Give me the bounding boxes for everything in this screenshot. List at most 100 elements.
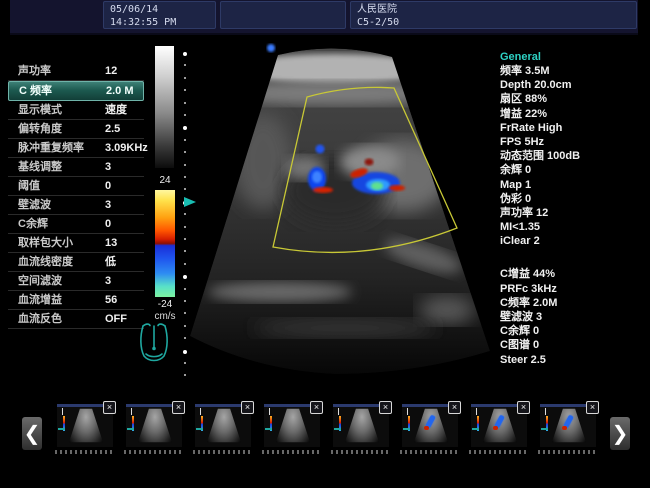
sidebar-row-value: 12 — [105, 62, 117, 80]
sidebar-row-6[interactable]: 阈值0 — [8, 177, 144, 196]
thumb-close-icon[interactable]: × — [517, 401, 530, 414]
sidebar-row-12[interactable]: 血流增益 56 — [8, 291, 144, 310]
thumb-focus-marker — [127, 428, 134, 430]
sidebar-row-7[interactable]: 壁滤波 3 — [8, 196, 144, 215]
sidebar-row-label: 基线调整 — [18, 158, 62, 176]
thumb-close-icon[interactable]: × — [172, 401, 185, 414]
sidebar-row-label: 壁滤波 — [18, 196, 51, 214]
thumb-focus-marker — [472, 428, 479, 430]
sidebar-row-value: 13 — [105, 234, 117, 252]
sidebar-row-3[interactable]: 偏转角度 2.5 — [8, 120, 144, 139]
thumb-close-icon[interactable]: × — [310, 401, 323, 414]
thumb-scale — [62, 408, 63, 415]
sidebar-row-4[interactable]: 脉冲重复频率3.09KHz — [8, 139, 144, 158]
thumb-caption — [262, 450, 322, 454]
thumb-scale — [407, 408, 408, 415]
sidebar-row-11[interactable]: 空间滤波3 — [8, 272, 144, 291]
thumb-image — [207, 408, 241, 444]
thumbnail-5[interactable]: × — [402, 404, 458, 447]
film-strip: ❮ × × × × × × × × ❯ — [0, 398, 650, 468]
sidebar-row-0[interactable]: 声功率12 — [8, 62, 144, 81]
color-settings-list: C增益 44%PRFc 3kHzC频率 2.0M壁滤波 3C余辉 0C图谱 0S… — [500, 267, 646, 366]
sidebar-row-8[interactable]: C余辉0 — [8, 215, 144, 234]
sidebar-row-label: 显示模式 — [18, 101, 62, 119]
info-panel-header: General — [500, 50, 646, 64]
thumb-close-icon[interactable]: × — [379, 401, 392, 414]
sidebar-row-5[interactable]: 基线调整 3 — [8, 158, 144, 177]
general-item-12: iClear 2 — [500, 234, 646, 248]
general-item-1: Depth 20.0cm — [500, 78, 646, 92]
thumbnail-2[interactable]: × — [195, 404, 251, 447]
thumb-image — [552, 408, 586, 444]
sidebar-row-label: 偏转角度 — [18, 120, 62, 138]
sidebar-row-value: 56 — [105, 291, 117, 309]
sidebar-row-value: 2.5 — [105, 120, 120, 138]
thumbnail-6[interactable]: × — [471, 404, 527, 447]
thumb-close-icon[interactable]: × — [241, 401, 254, 414]
thumb-caption — [124, 450, 184, 454]
color-item-1: PRFc 3kHz — [500, 282, 646, 296]
thumb-scale — [131, 408, 132, 415]
sidebar-row-2[interactable]: 显示模式 速度 — [8, 101, 144, 120]
velocity-min-label: -24 — [150, 299, 180, 310]
thumb-close-icon[interactable]: × — [586, 401, 599, 414]
patient-box-empty — [220, 1, 346, 29]
probe-model: C5-2/50 — [357, 16, 630, 29]
thumb-image — [69, 408, 103, 444]
sidebar-row-1[interactable]: C 频率 2.0 M — [8, 81, 144, 101]
prev-thumbnails-button[interactable]: ❮ — [22, 417, 42, 450]
general-item-7: 余辉 0 — [500, 163, 646, 177]
sidebar-row-9[interactable]: 取样包大小13 — [8, 234, 144, 253]
general-item-11: MI<1.35 — [500, 220, 646, 234]
sidebar-row-13[interactable]: 血流反色OFF — [8, 310, 144, 329]
thumb-doppler-red — [562, 426, 567, 430]
sidebar-row-label: C 频率 — [19, 82, 52, 100]
cursor-dot — [267, 44, 275, 52]
thumb-image — [345, 408, 379, 444]
thumbnail-3[interactable]: × — [264, 404, 320, 447]
thumb-close-icon[interactable]: × — [448, 401, 461, 414]
thumb-close-icon[interactable]: × — [103, 401, 116, 414]
thumb-scale — [338, 408, 339, 415]
general-item-4: FrRate High — [500, 121, 646, 135]
velocity-max-label: 24 — [152, 175, 178, 186]
next-thumbnails-button[interactable]: ❯ — [610, 417, 630, 450]
top-bar: 05/06/14 14:32:55 PM 人民医院 C5-2/50 — [10, 0, 638, 35]
sidebar-row-value: 速度 — [105, 101, 127, 119]
ultrasound-image[interactable] — [185, 36, 495, 396]
general-item-0: 频率 3.5M — [500, 64, 646, 78]
thumb-focus-marker — [265, 428, 272, 430]
thumbnail-0[interactable]: × — [57, 404, 113, 447]
sidebar-row-label: 阈值 — [18, 177, 40, 195]
general-item-5: FPS 5Hz — [500, 135, 646, 149]
color-item-2: C频率 2.0M — [500, 296, 646, 310]
thumbnail-4[interactable]: × — [333, 404, 389, 447]
hospital-name: 人民医院 — [357, 3, 630, 16]
sidebar-row-value: 0 — [105, 215, 111, 233]
thumb-focus-marker — [196, 428, 203, 430]
sidebar-row-value: 3 — [105, 196, 111, 214]
thumb-focus-marker — [58, 428, 65, 430]
thumbnail-7[interactable]: × — [540, 404, 596, 447]
sidebar-row-value: 3 — [105, 158, 111, 176]
info-panel: General 频率 3.5MDepth 20.0cm扇区 88%增益 22%F… — [500, 50, 646, 367]
sidebar-row-label: 血流增益 — [18, 291, 62, 309]
thumbnail-1[interactable]: × — [126, 404, 182, 447]
general-settings-list: 频率 3.5MDepth 20.0cm扇区 88%增益 22%FrRate Hi… — [500, 64, 646, 248]
hospital-box: 人民医院 C5-2/50 — [350, 1, 637, 29]
thumb-caption — [193, 450, 253, 454]
time-text: 14:32:55 PM — [110, 16, 209, 29]
general-item-3: 增益 22% — [500, 107, 646, 121]
thumb-focus-marker — [334, 428, 341, 430]
thumb-scale — [545, 408, 546, 415]
color-item-6: Steer 2.5 — [500, 353, 646, 367]
sidebar-row-value: 2.0 M — [106, 82, 134, 100]
doppler-color-bar — [155, 190, 175, 297]
thumb-caption — [331, 450, 391, 454]
thumb-scale — [269, 408, 270, 415]
thumb-image — [276, 408, 310, 444]
sidebar-row-10[interactable]: 血流线密度低 — [8, 253, 144, 272]
general-item-10: 声功率 12 — [500, 206, 646, 220]
body-marker-icon[interactable] — [136, 321, 172, 367]
color-item-0: C增益 44% — [500, 267, 646, 281]
